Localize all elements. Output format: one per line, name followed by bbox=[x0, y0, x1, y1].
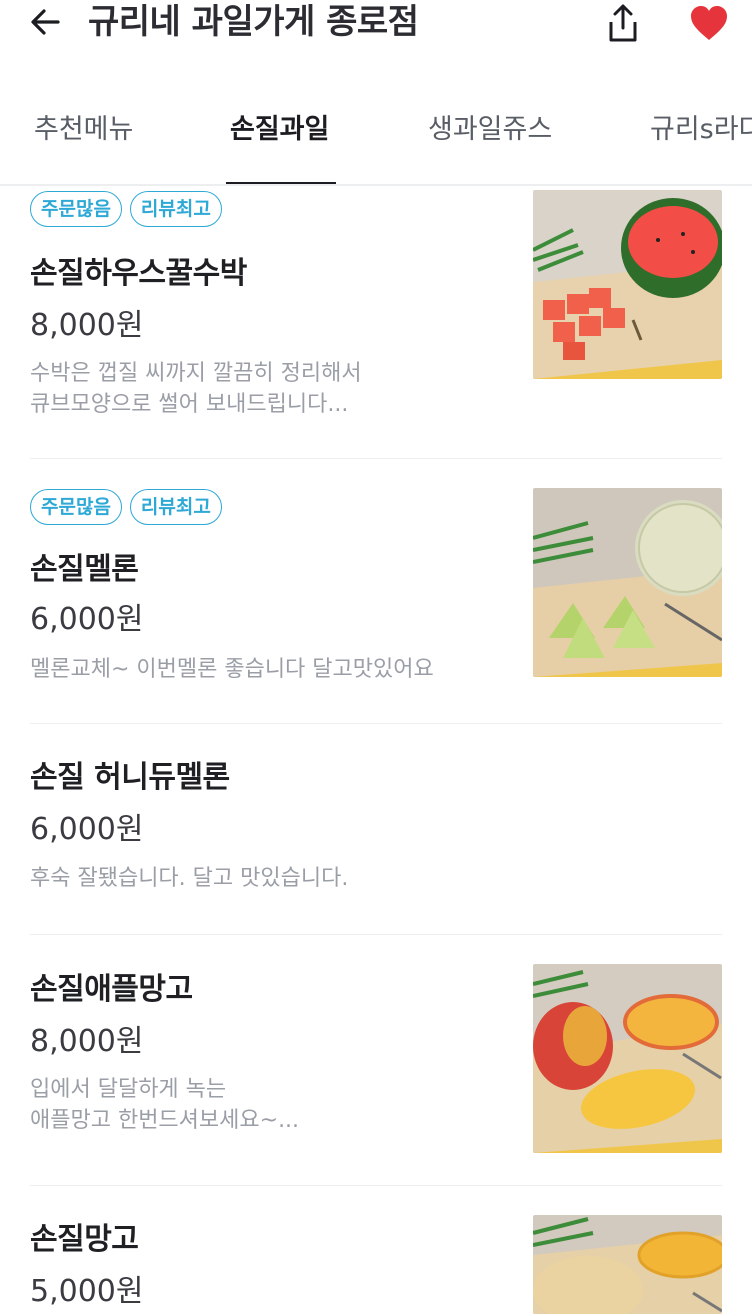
tab-fresh-juice[interactable]: 생과일쥬스 bbox=[428, 110, 552, 150]
menu-item-description: 멜론교체~ 이번멜론 좋습니다 달고맛있어요 bbox=[30, 657, 434, 682]
tab-recommended[interactable]: 추천메뉴 bbox=[34, 110, 133, 150]
badge-group: 주문많음 리뷰최고 bbox=[30, 191, 222, 227]
menu-item-price: 8,000원 bbox=[30, 1024, 144, 1059]
arrow-left-icon bbox=[31, 9, 60, 35]
badge-group: 주문많음 리뷰최고 bbox=[30, 489, 222, 525]
badge-best-review: 리뷰최고 bbox=[129, 489, 222, 525]
watermelon-photo bbox=[533, 190, 722, 379]
share-icon bbox=[609, 4, 637, 42]
badge-best-review: 리뷰최고 bbox=[129, 191, 222, 227]
menu-item-name: 손질망고 bbox=[30, 1222, 139, 1257]
item-divider bbox=[30, 934, 722, 935]
menu-item-honeydew[interactable]: 손질 허니듀멜론 6,000원 후숙 잘됐습니다. 달고 맛있습니다. bbox=[30, 752, 722, 934]
item-divider bbox=[30, 458, 722, 459]
menu-item-description: 후숙 잘됐습니다. 달고 맛있습니다. bbox=[30, 866, 349, 891]
melon-photo bbox=[533, 488, 722, 677]
page-title: 규리네 과일가게 종로점 bbox=[88, 2, 419, 42]
badge-popular: 주문많음 bbox=[30, 191, 122, 227]
category-tabs: 추천메뉴 손질과일 생과일쥬스 규리s라다 bbox=[0, 104, 752, 186]
back-button[interactable] bbox=[26, 2, 66, 42]
share-button[interactable] bbox=[600, 0, 646, 46]
heart-icon bbox=[691, 6, 727, 40]
favorite-button[interactable] bbox=[686, 0, 732, 46]
badge-popular: 주문많음 bbox=[30, 489, 122, 525]
item-divider bbox=[30, 723, 722, 724]
tab-salad[interactable]: 규리s라다 bbox=[650, 110, 752, 150]
menu-item-watermelon[interactable]: 주문많음 리뷰최고 손질하우스꿀수박 8,000원 수박은 껍질 씨까지 깔끔히… bbox=[30, 190, 722, 458]
active-tab-indicator bbox=[226, 182, 336, 184]
menu-item-name: 손질멜론 bbox=[30, 552, 139, 587]
menu-item-description: 수박은 껍질 씨까지 깔끔히 정리해서 큐브모양으로 썰어 보내드립니다... bbox=[30, 361, 362, 417]
menu-item-description: 입에서 달달하게 녹는 애플망고 한번드셔보세요~... bbox=[30, 1077, 300, 1133]
menu-item-melon[interactable]: 주문많음 리뷰최고 손질멜론 6,000원 멜론교체~ 이번멜론 좋습니다 달고… bbox=[30, 488, 722, 724]
item-divider bbox=[30, 1185, 722, 1186]
menu-item-price: 6,000원 bbox=[30, 602, 144, 637]
menu-item-price: 6,000원 bbox=[30, 812, 144, 847]
mango-photo bbox=[533, 1215, 722, 1314]
header: 규리네 과일가게 종로점 bbox=[0, 0, 752, 60]
menu-item-apple-mango[interactable]: 손질애플망고 8,000원 입에서 달달하게 녹는 애플망고 한번드셔보세요~.… bbox=[30, 964, 722, 1186]
menu-item-price: 8,000원 bbox=[30, 308, 144, 343]
menu-item-name: 손질애플망고 bbox=[30, 972, 193, 1007]
menu-item-name: 손질 허니듀멜론 bbox=[30, 760, 230, 795]
menu-item-mango[interactable]: 손질망고 5,000원 bbox=[30, 1214, 722, 1314]
menu-item-price: 5,000원 bbox=[30, 1274, 144, 1309]
tab-prepared-fruit[interactable]: 손질과일 bbox=[230, 110, 329, 150]
menu-item-name: 손질하우스꿀수박 bbox=[30, 256, 247, 291]
apple-mango-photo bbox=[533, 964, 722, 1153]
